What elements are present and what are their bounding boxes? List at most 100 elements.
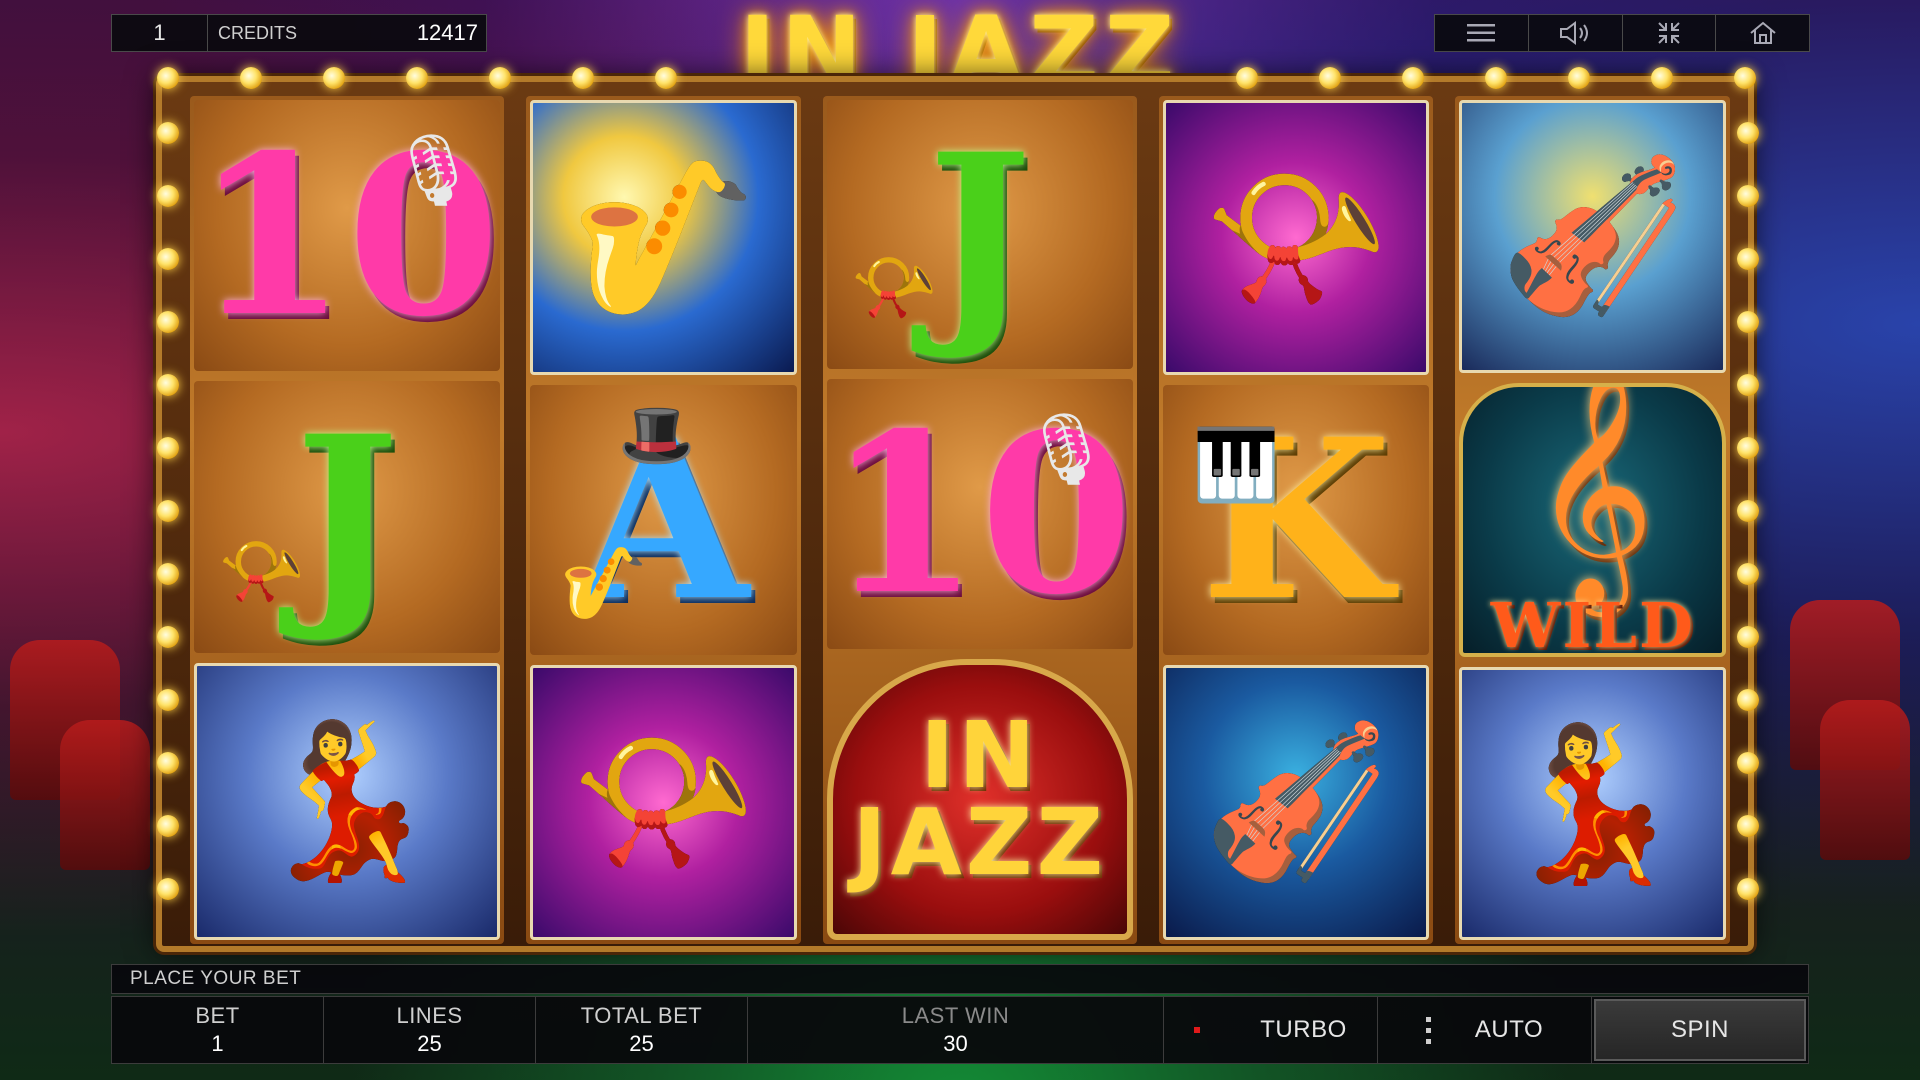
marquee-bulb bbox=[655, 67, 677, 89]
spin-button[interactable]: SPIN bbox=[1594, 999, 1806, 1061]
total-bet-label: TOTAL BET bbox=[580, 1003, 703, 1028]
marquee-bulb bbox=[157, 311, 179, 333]
symbol-jack-letter: J bbox=[295, 386, 400, 646]
logo-line-jazz: JAZZ bbox=[852, 789, 1108, 897]
marquee-bulb bbox=[1737, 500, 1759, 522]
marquee-bulb bbox=[157, 563, 179, 585]
lines-label: LINES bbox=[396, 1003, 463, 1028]
marquee-bulb bbox=[1737, 752, 1759, 774]
lines-control[interactable]: LINES 25 bbox=[324, 997, 536, 1063]
sound-button[interactable] bbox=[1529, 15, 1623, 51]
logo-line-in: IN bbox=[920, 701, 1040, 809]
control-panel: BET 1 LINES 25 TOTAL BET 25 LAST WIN 30 … bbox=[111, 996, 1809, 1064]
marquee-bulb bbox=[1737, 122, 1759, 144]
tuba-icon: 📯 bbox=[570, 717, 757, 886]
marquee-bulb bbox=[489, 67, 511, 89]
marquee-bulb bbox=[1319, 67, 1341, 89]
reel-4: 📯 K 🎹 🎻 bbox=[1158, 96, 1434, 944]
symbol-ten: 10 🎙 bbox=[826, 379, 1133, 649]
bass-player-icon: 🎻 bbox=[1499, 151, 1687, 320]
lines-value: 25 bbox=[417, 1031, 442, 1056]
marquee-bulb bbox=[572, 67, 594, 89]
marquee-bulb bbox=[1737, 374, 1759, 396]
menu-button[interactable] bbox=[1435, 15, 1529, 51]
double-bass-icon: 🎻 bbox=[1202, 717, 1390, 886]
marquee-bulb bbox=[1568, 67, 1590, 89]
background-chair bbox=[60, 720, 150, 870]
bet-value: 1 bbox=[211, 1031, 224, 1056]
marquee-bulb bbox=[1734, 67, 1756, 89]
marquee-bulb bbox=[1737, 311, 1759, 333]
menu-icon bbox=[1467, 24, 1496, 42]
marquee-bulb bbox=[1737, 815, 1759, 837]
marquee-bulb bbox=[1485, 67, 1507, 89]
credits-label: CREDITS bbox=[218, 22, 298, 43]
turbo-indicator-icon bbox=[1194, 1027, 1201, 1033]
piano-keys-icon: 🎹 bbox=[1192, 426, 1281, 505]
marquee-bulb bbox=[157, 815, 179, 837]
marquee-bulb bbox=[157, 752, 179, 774]
reel-1: 10 🎙 J 📯 💃 bbox=[190, 96, 505, 944]
microphone-icon: 🎙 bbox=[1022, 410, 1111, 489]
last-win-label: LAST WIN bbox=[901, 1003, 1010, 1028]
marquee-bulb bbox=[406, 67, 428, 89]
marquee-bulb bbox=[157, 689, 179, 711]
marquee-bulb bbox=[157, 878, 179, 900]
marquee-bulb bbox=[1737, 185, 1759, 207]
marquee-bulb bbox=[157, 67, 179, 89]
marquee-bulb bbox=[1236, 67, 1258, 89]
auto-label: AUTO bbox=[1474, 1016, 1544, 1043]
singer-icon: 💃 bbox=[1499, 718, 1687, 887]
symbol-tuba: 📯 bbox=[530, 664, 797, 940]
marquee-bulb bbox=[1737, 626, 1759, 648]
credits-value: 12417 bbox=[416, 20, 478, 45]
last-win-display: LAST WIN 30 bbox=[748, 997, 1164, 1063]
bet-label: BET bbox=[195, 1003, 240, 1028]
more-options-icon bbox=[1425, 1016, 1431, 1044]
background-chair bbox=[1820, 700, 1910, 860]
symbol-jack-letter: J bbox=[927, 104, 1032, 364]
french-horn-icon: 📯 bbox=[850, 248, 938, 327]
auto-button[interactable]: AUTO bbox=[1378, 997, 1592, 1063]
marquee-bulb bbox=[157, 248, 179, 270]
symbol-ace: A 🎷 🎩 bbox=[530, 385, 797, 655]
symbol-jack: J 📯 bbox=[826, 100, 1133, 370]
reel-3: J 📯 10 🎙 IN JAZZ bbox=[822, 96, 1137, 944]
marquee-bulb bbox=[157, 437, 179, 459]
symbol-bass-player: 🎻 bbox=[1459, 100, 1726, 373]
marquee-bulb bbox=[1651, 67, 1673, 89]
fullscreen-button[interactable] bbox=[1623, 15, 1717, 51]
speaker-icon bbox=[1560, 21, 1589, 45]
symbol-king: K 🎹 bbox=[1162, 385, 1430, 655]
marquee-bulb bbox=[323, 67, 345, 89]
singer-icon: 💃 bbox=[253, 716, 441, 885]
marquee-bulb bbox=[1402, 67, 1424, 89]
symbol-jack: J 📯 bbox=[194, 381, 501, 653]
collapse-icon bbox=[1658, 22, 1680, 44]
marquee-bulb bbox=[1737, 563, 1759, 585]
bet-control[interactable]: BET 1 bbox=[112, 997, 324, 1063]
hat-icon: 🎩 bbox=[618, 401, 696, 471]
turbo-label: TURBO bbox=[1260, 1016, 1347, 1043]
total-bet-value: 25 bbox=[629, 1031, 654, 1056]
credits-panel: 1 CREDITS 12417 bbox=[111, 14, 487, 52]
spin-label: SPIN bbox=[1670, 1016, 1729, 1043]
microphone-icon: 🎙 bbox=[389, 131, 479, 209]
marquee-bulb bbox=[1737, 437, 1759, 459]
top-toolbar bbox=[1434, 14, 1810, 52]
symbol-singer: 💃 bbox=[194, 662, 501, 940]
home-button[interactable] bbox=[1716, 15, 1809, 51]
turbo-button[interactable]: TURBO bbox=[1164, 997, 1378, 1063]
marquee-bulb bbox=[157, 626, 179, 648]
marquee-bulb bbox=[157, 122, 179, 144]
symbol-singer: 💃 bbox=[1459, 667, 1726, 941]
marquee-bulb bbox=[1737, 248, 1759, 270]
marquee-bulb bbox=[157, 374, 179, 396]
symbol-sax-player: 🎷 bbox=[530, 100, 797, 376]
status-message: PLACE YOUR BET bbox=[111, 964, 1809, 994]
symbol-double-bass: 🎻 bbox=[1162, 664, 1430, 940]
treble-clef-icon: 𝄞 bbox=[1530, 382, 1655, 601]
saxophone-player-icon: 🎷 bbox=[570, 152, 757, 321]
marquee-bulb bbox=[240, 67, 262, 89]
reel-2: 🎷 A 🎷 🎩 📯 bbox=[526, 96, 801, 944]
